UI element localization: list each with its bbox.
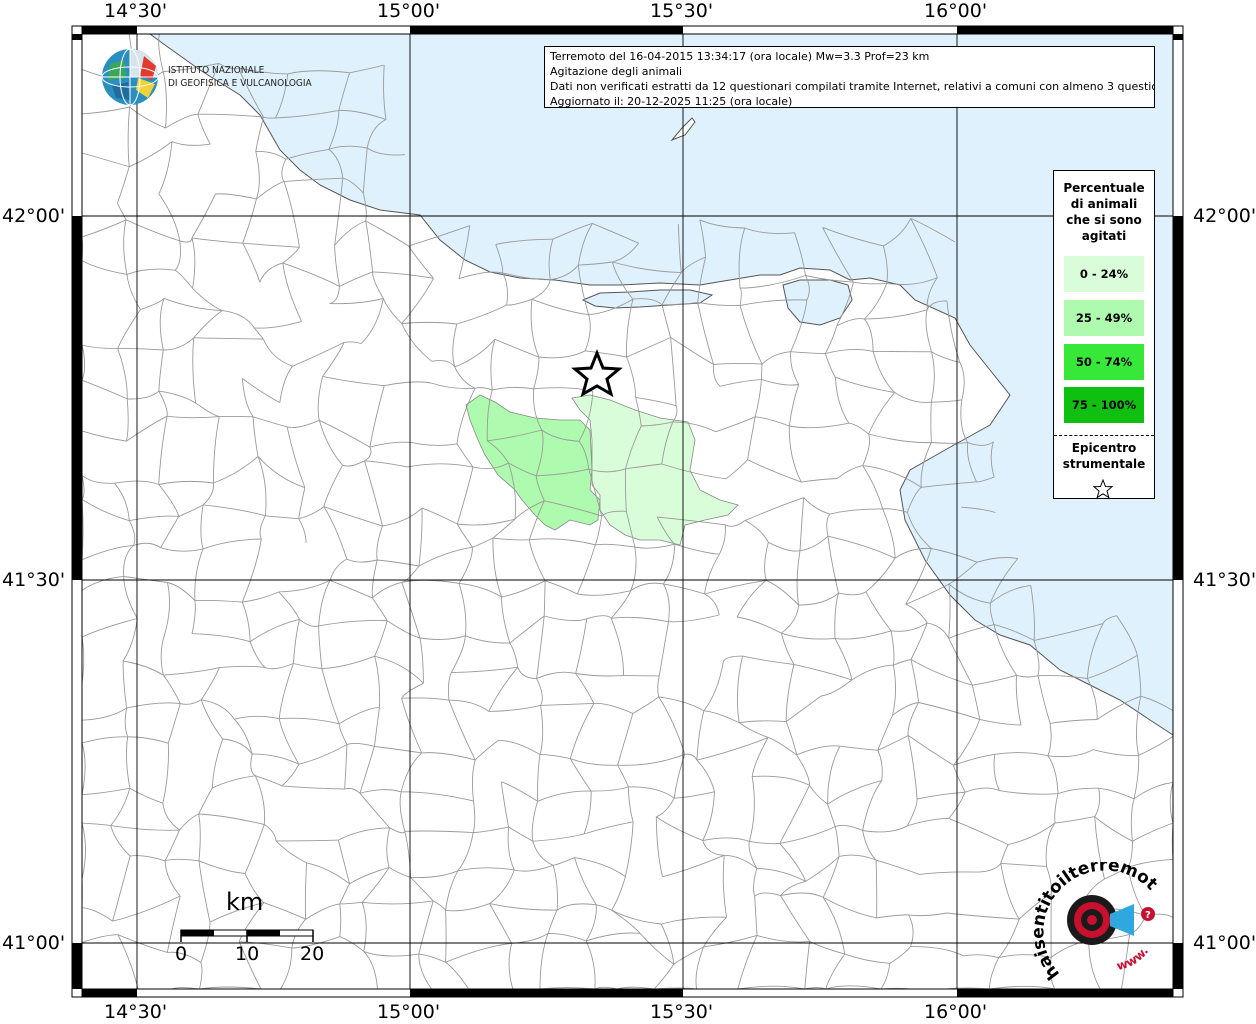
event-info-line-2: Agitazione degli animali bbox=[550, 65, 683, 78]
ingv-name-line-2: DI GEOFISICA E VULCANOLOGIA bbox=[168, 78, 312, 89]
lon-label-top-2: 15°00' bbox=[377, 0, 441, 22]
legend-class-label: 0 - 24% bbox=[1079, 267, 1129, 281]
lon-label-bottom-3: 15°30' bbox=[650, 1001, 714, 1023]
scale-unit: km bbox=[226, 888, 264, 916]
legend-title-line-1: Percentuale bbox=[1063, 181, 1145, 195]
legend-class-label: 25 - 49% bbox=[1075, 311, 1133, 325]
legend-class-0-24: 0 - 24% bbox=[1064, 256, 1144, 292]
legend-class-label: 75 - 100% bbox=[1071, 398, 1137, 412]
svg-text:?: ? bbox=[1145, 910, 1151, 921]
ingv-logo: ISTITUTO NAZIONALE DI GEOFISICA E VULCAN… bbox=[100, 46, 320, 108]
svg-text:www.: www. bbox=[1115, 944, 1151, 973]
haisentito-logo: haisentitoilterremoto.it www. ? bbox=[1030, 862, 1161, 982]
legend-epicenter-label: Epicentro strumentale bbox=[1054, 440, 1154, 472]
legend: Percentuale di animali che si sono agita… bbox=[1053, 170, 1155, 499]
scale-tick-0: 0 bbox=[175, 943, 188, 965]
legend-class-label: 50 - 74% bbox=[1075, 355, 1133, 369]
legend-class-25-49: 25 - 49% bbox=[1064, 300, 1144, 336]
legend-title-line-4: agitati bbox=[1081, 229, 1127, 243]
lat-label-right-3: 41°00' bbox=[1193, 932, 1256, 954]
ingv-globe-icon bbox=[101, 48, 159, 106]
ingv-name-line-1: ISTITUTO NAZIONALE bbox=[168, 65, 265, 76]
scale-tick-10: 10 bbox=[235, 943, 260, 965]
star-icon bbox=[1092, 478, 1114, 499]
lat-label-right-1: 42°00' bbox=[1193, 205, 1256, 227]
legend-title-line-3: che si sono bbox=[1066, 213, 1142, 227]
lat-label-left-3: 41°00' bbox=[2, 932, 66, 954]
lon-label-bottom-1: 14°30' bbox=[104, 1001, 168, 1023]
legend-separator bbox=[1054, 435, 1154, 436]
legend-title-line-2: di animali bbox=[1070, 197, 1138, 211]
legend-title: Percentuale di animali che si sono agita… bbox=[1054, 180, 1154, 244]
lat-label-right-2: 41°30' bbox=[1193, 569, 1256, 591]
lat-label-left-2: 41°30' bbox=[2, 569, 66, 591]
lon-label-bottom-2: 15°00' bbox=[377, 1001, 441, 1023]
legend-class-75-100: 75 - 100% bbox=[1064, 387, 1144, 423]
lon-label-top-3: 15°30' bbox=[650, 0, 714, 22]
event-info-line-3: Dati non verificati estratti da 12 quest… bbox=[550, 80, 1155, 93]
boundary-line bbox=[761, 364, 763, 380]
event-info-line-4: Aggiornato il: 20-12-2025 11:25 (ora loc… bbox=[550, 95, 793, 108]
event-info-line-1: Terremoto del 16-04-2015 13:34:17 (ora l… bbox=[550, 50, 930, 63]
hst-logo-url: www. bbox=[1115, 944, 1151, 973]
legend-epicenter-line-1: Epicentro bbox=[1071, 441, 1137, 455]
lon-label-top-1: 14°30' bbox=[104, 0, 168, 22]
event-info-box: Terremoto del 16-04-2015 13:34:17 (ora l… bbox=[544, 46, 1155, 108]
legend-epicenter-line-2: strumentale bbox=[1062, 457, 1146, 471]
lon-label-top-4: 16°00' bbox=[924, 0, 988, 22]
scale-tick-20: 20 bbox=[300, 943, 325, 965]
lon-label-bottom-4: 16°00' bbox=[924, 1001, 988, 1023]
lat-label-left-1: 42°00' bbox=[2, 205, 66, 227]
legend-class-50-74: 50 - 74% bbox=[1064, 344, 1144, 380]
